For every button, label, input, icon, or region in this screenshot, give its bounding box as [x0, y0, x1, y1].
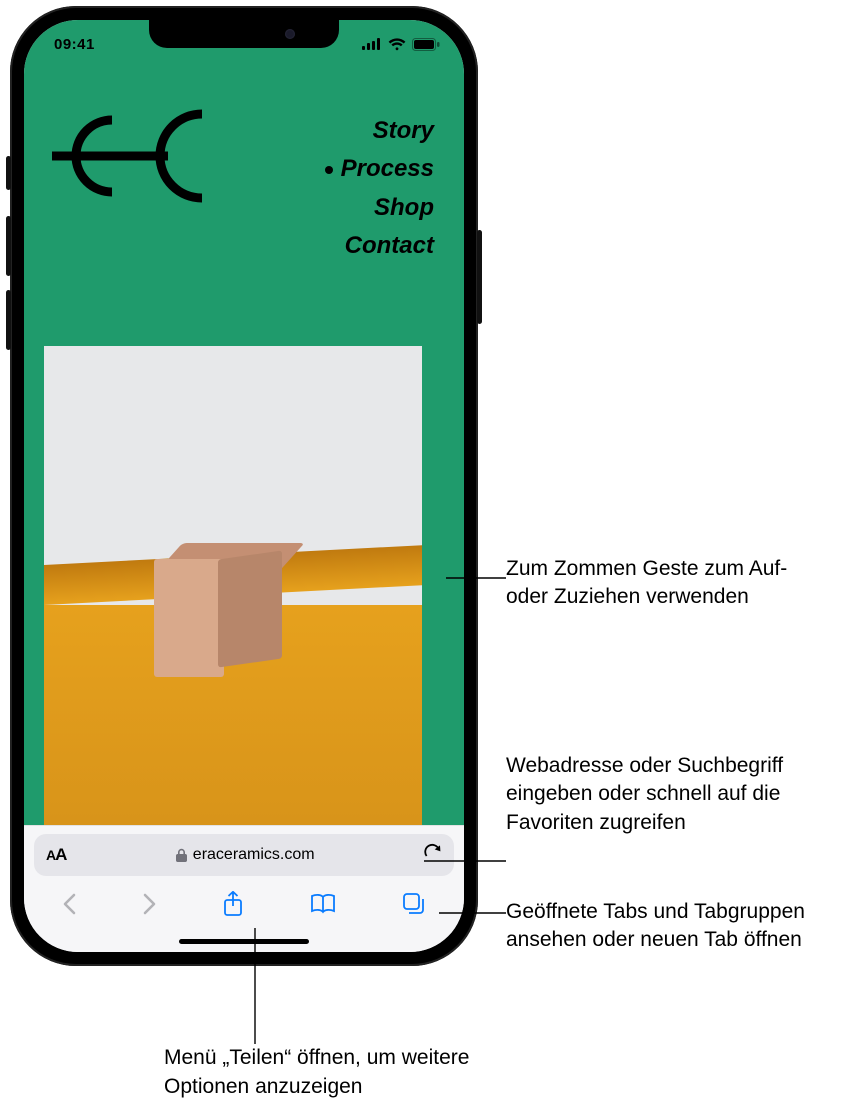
wifi-icon: [388, 38, 406, 51]
battery-icon: [412, 38, 440, 51]
back-button[interactable]: [62, 893, 76, 915]
reader-aa-button[interactable]: AA: [46, 845, 66, 865]
nav-item-story[interactable]: Story: [325, 112, 434, 150]
callout-text: Geöffnete Tabs und Tabgruppen ansehen od…: [506, 900, 805, 951]
tabs-button[interactable]: [402, 892, 426, 916]
callout-text: Zum Zommen Geste zum Auf- oder Zuziehen …: [506, 557, 787, 608]
callout-address: Webadresse oder Suchbegriff eingeben ode…: [506, 752, 836, 837]
nav-item-contact[interactable]: Contact: [325, 227, 434, 265]
nav-item-shop[interactable]: Shop: [325, 189, 434, 227]
chevron-left-icon: [62, 893, 76, 915]
site-nav: Story Process Shop Contact: [325, 112, 434, 266]
power-button: [477, 230, 482, 324]
cellular-icon: [362, 38, 382, 50]
active-dot-icon: [325, 166, 333, 174]
callout-text: Menü „Teilen“ öffnen, um weitere Optione…: [164, 1046, 469, 1097]
status-time: 09:41: [54, 36, 95, 53]
tabs-icon: [402, 892, 426, 916]
callout-tabs: Geöffnete Tabs und Tabgruppen ansehen od…: [506, 898, 836, 955]
safari-toolbar: [34, 876, 454, 930]
hero-image: [44, 346, 422, 825]
url-host: eraceramics.com: [193, 846, 315, 864]
callout-text: Webadresse oder Suchbegriff eingeben ode…: [506, 754, 783, 834]
share-button[interactable]: [223, 891, 243, 917]
nav-item-process[interactable]: Process: [325, 150, 434, 188]
chevron-right-icon: [143, 893, 157, 915]
webpage-content[interactable]: Story Process Shop Contact: [24, 20, 464, 825]
home-indicator[interactable]: [34, 930, 454, 952]
phone-frame: 09:41 Story Process Shop Contact: [10, 6, 478, 966]
reload-button[interactable]: [424, 843, 442, 868]
book-icon: [310, 893, 336, 915]
callout-share: Menü „Teilen“ öffnen, um weitere Optione…: [164, 1044, 524, 1101]
safari-chrome: AA eraceramics.com: [24, 825, 464, 952]
site-logo[interactable]: [52, 106, 222, 211]
share-icon: [223, 891, 243, 917]
status-icons: [362, 38, 440, 51]
nav-label: Process: [341, 150, 434, 188]
lock-icon: [176, 848, 187, 862]
camera-dot: [285, 29, 295, 39]
clay-cube: [154, 555, 274, 675]
nav-label: Story: [373, 112, 434, 150]
volume-up-button: [6, 216, 11, 276]
address-bar[interactable]: AA eraceramics.com: [34, 834, 454, 876]
forward-button[interactable]: [143, 893, 157, 915]
nav-label: Contact: [345, 227, 434, 265]
notch: [149, 20, 339, 48]
mute-switch: [6, 156, 11, 190]
bookmarks-button[interactable]: [310, 893, 336, 915]
nav-label: Shop: [374, 189, 434, 227]
callout-zoom: Zum Zommen Geste zum Auf- oder Zuziehen …: [506, 555, 826, 612]
phone-screen: 09:41 Story Process Shop Contact: [24, 20, 464, 952]
volume-down-button: [6, 290, 11, 350]
